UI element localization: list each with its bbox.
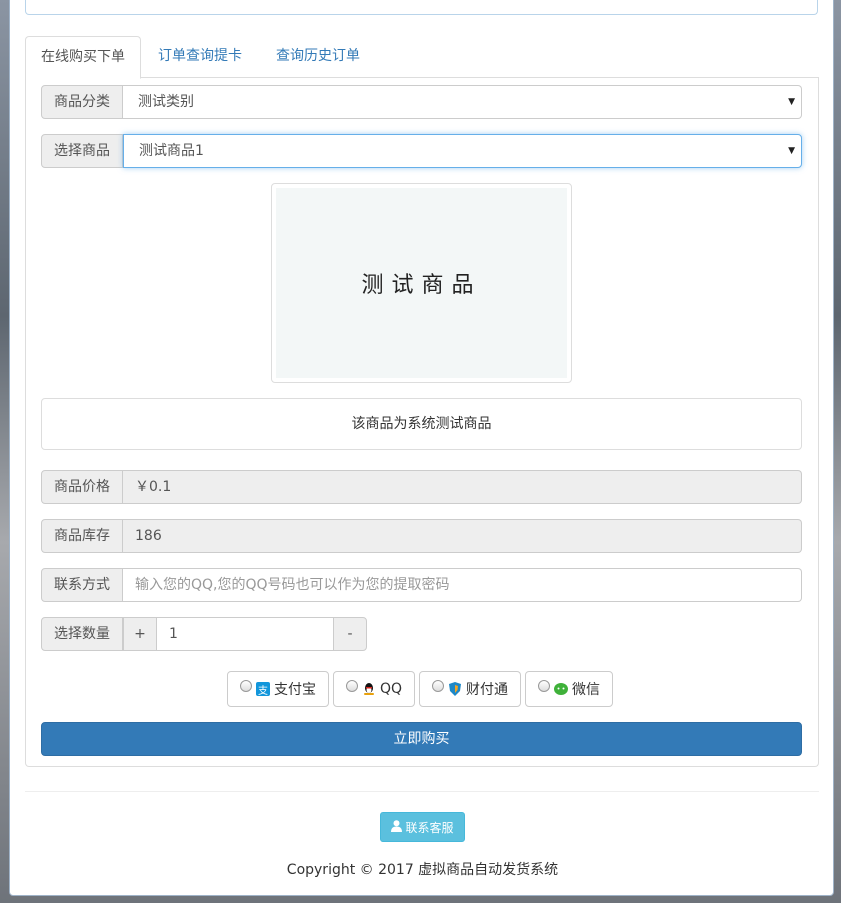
alipay-label: 支付宝 [274, 682, 316, 698]
quantity-row: 选择数量 + 1 - [41, 617, 367, 651]
pay-wechat[interactable]: 微信 [525, 671, 614, 707]
tab-order-query[interactable]: 订单查询提卡 [143, 36, 257, 78]
pay-qq[interactable]: QQ [333, 671, 416, 707]
tab-content: 商品分类 测试类别 ▼ 选择商品 测试商品1 ▼ 测试商品 该商品为系统测试商品… [25, 77, 819, 767]
product-row: 选择商品 测试商品1 ▼ [41, 134, 802, 168]
stock-label: 商品库存 [41, 519, 123, 553]
product-description: 该商品为系统测试商品 [41, 398, 802, 450]
buy-now-button[interactable]: 立即购买 [41, 722, 802, 756]
wechat-icon [554, 682, 569, 696]
product-select[interactable]: 测试商品1 ▼ [123, 134, 802, 168]
user-icon [391, 819, 403, 835]
divider [25, 791, 819, 792]
qq-penguin-icon [362, 682, 376, 696]
contact-row: 联系方式 输入您的QQ,您的QQ号码也可以作为您的提取密码 [41, 568, 802, 602]
product-value: 测试商品1 [139, 143, 204, 159]
category-value: 测试类别 [138, 94, 194, 110]
top-notice-box [25, 0, 818, 15]
category-label: 商品分类 [41, 85, 123, 119]
pay-tenpay[interactable]: 财付通 [419, 671, 522, 707]
qq-label: QQ [380, 681, 403, 697]
tab-online-purchase[interactable]: 在线购买下单 [25, 36, 141, 79]
tenpay-label: 财付通 [466, 682, 509, 698]
chevron-down-icon: ▼ [788, 97, 795, 107]
quantity-minus-button[interactable]: - [333, 617, 367, 651]
main-panel: 在线购买下单 订单查询提卡 查询历史订单 商品分类 测试类别 ▼ 选择商品 测试… [9, 0, 834, 896]
contact-input[interactable]: 输入您的QQ,您的QQ号码也可以作为您的提取密码 [123, 568, 802, 602]
stock-field: 186 [123, 519, 802, 553]
contact-placeholder: 输入您的QQ,您的QQ号码也可以作为您的提取密码 [135, 577, 450, 593]
product-image: 测试商品 [276, 188, 567, 378]
tenpay-shield-icon [448, 682, 462, 696]
category-row: 商品分类 测试类别 ▼ [41, 85, 802, 119]
wechat-radio[interactable] [538, 680, 551, 692]
chevron-down-icon: ▼ [788, 146, 795, 156]
contact-service-label: 联系客服 [405, 820, 454, 835]
contact-service-button[interactable]: 联系客服 [380, 812, 465, 842]
pay-alipay[interactable]: 支 支付宝 [227, 671, 329, 707]
stock-row: 商品库存 186 [41, 519, 802, 553]
wechat-label: 微信 [572, 682, 601, 698]
category-select[interactable]: 测试类别 ▼ [123, 85, 802, 119]
product-thumbnail: 测试商品 [271, 183, 572, 383]
product-label: 选择商品 [41, 134, 123, 168]
tab-bar: 在线购买下单 订单查询提卡 查询历史订单 [25, 36, 819, 79]
alipay-icon: 支 [256, 682, 270, 697]
quantity-plus-button[interactable]: + [123, 617, 157, 651]
price-label: 商品价格 [41, 470, 123, 504]
alipay-radio[interactable] [240, 680, 252, 692]
price-row: 商品价格 ￥0.1 [41, 470, 802, 504]
contact-label: 联系方式 [41, 568, 123, 602]
qq-radio[interactable] [346, 680, 358, 692]
quantity-label: 选择数量 [41, 617, 123, 651]
tab-order-history[interactable]: 查询历史订单 [261, 36, 375, 78]
copyright-text: Copyright © 2017 虚拟商品自动发货系统 [286, 862, 559, 878]
tenpay-radio[interactable] [432, 680, 445, 692]
quantity-input[interactable]: 1 [157, 617, 333, 651]
price-field: ￥0.1 [123, 470, 802, 504]
payment-methods: 支 支付宝 QQ 财付通 微信 [227, 671, 614, 707]
